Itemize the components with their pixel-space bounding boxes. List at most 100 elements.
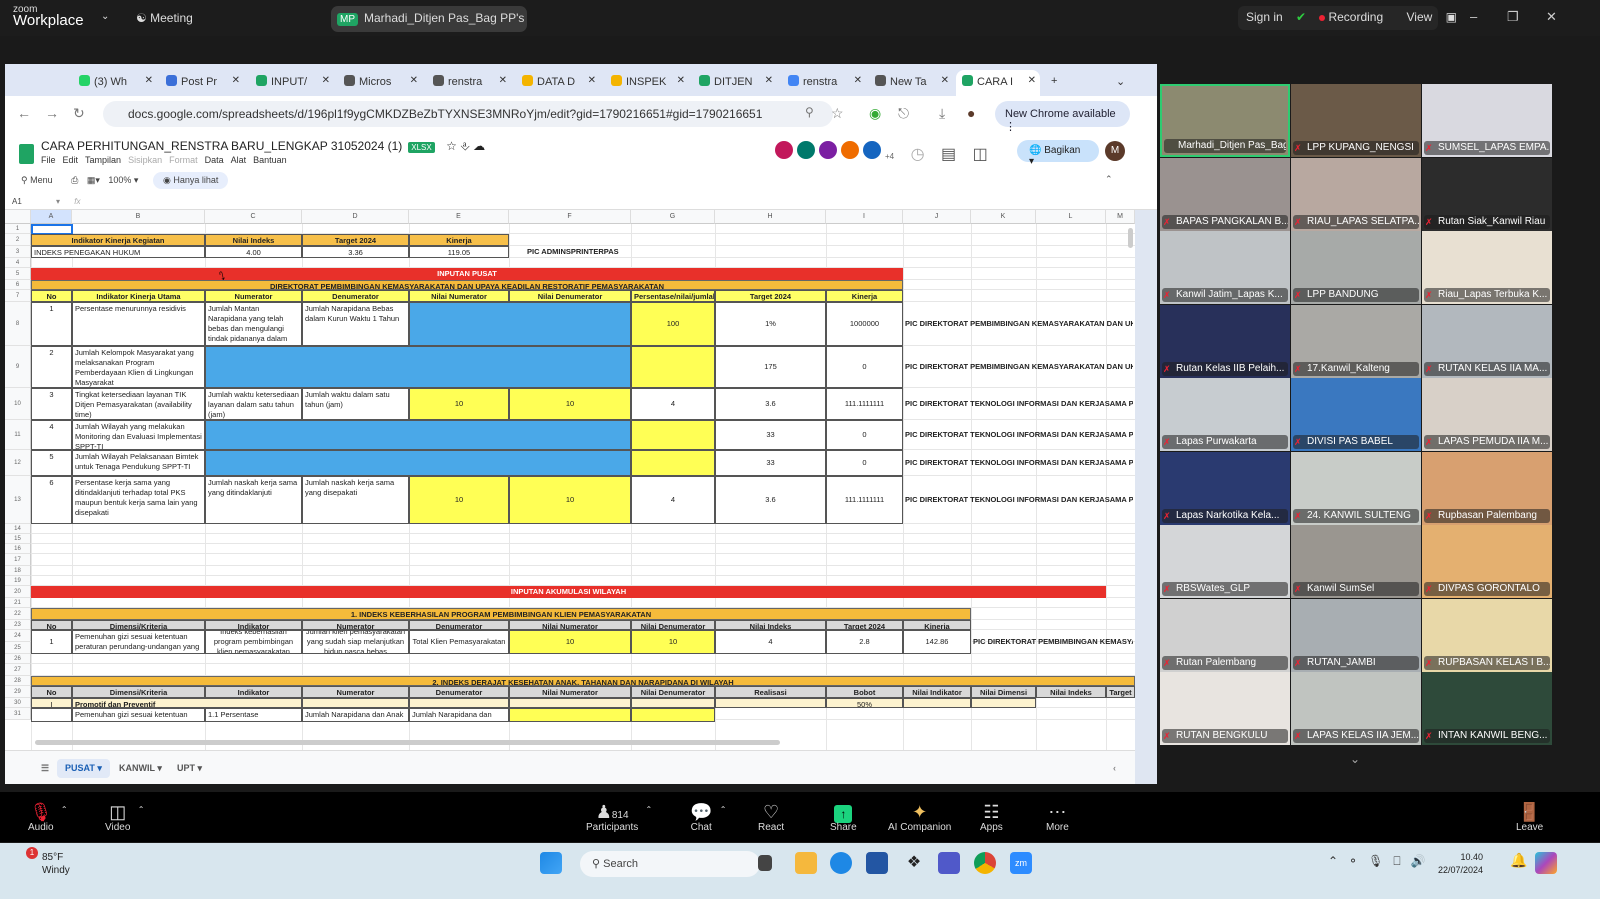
- row-header[interactable]: 7: [5, 290, 31, 302]
- row-header[interactable]: 16: [5, 544, 31, 554]
- url-input[interactable]: docs.google.com/spreadsheets/d/196pl1f9y…: [103, 101, 833, 127]
- inputan-akumulasi-banner[interactable]: INPUTAN AKUMULASI WILAYAH: [31, 586, 1106, 598]
- participant-video-tile[interactable]: ✗ Riau_Lapas Terbuka K...: [1422, 231, 1552, 304]
- column-header[interactable]: A: [31, 210, 72, 224]
- close-icon[interactable]: ✕: [1546, 9, 1557, 25]
- tab-close-icon[interactable]: ✕: [1028, 75, 1036, 86]
- row-header[interactable]: 10: [5, 388, 31, 420]
- section1-header[interactable]: Kinerja: [903, 620, 971, 630]
- teams-icon[interactable]: [938, 852, 960, 874]
- blank-input-area[interactable]: [205, 346, 631, 388]
- numerator[interactable]: Jumlah waktu ketersediaan layanan dalam …: [205, 388, 302, 420]
- section1-title[interactable]: 1. INDEKS KEBERHASILAN PROGRAM PEMBIMBIN…: [31, 608, 971, 620]
- task-view-icon[interactable]: [758, 855, 772, 871]
- column-header[interactable]: J: [903, 210, 971, 224]
- section1-header[interactable]: Dimensi/Kriteria: [72, 620, 205, 630]
- user-avatar[interactable]: M: [1105, 141, 1125, 161]
- column-header[interactable]: F: [509, 210, 631, 224]
- section1-header[interactable]: Nilai Denumerator: [631, 620, 715, 630]
- browser-tab[interactable]: renstra ✕: [427, 70, 511, 96]
- section1-cell[interactable]: 1: [31, 630, 72, 654]
- row-header[interactable]: 1: [5, 224, 31, 234]
- tab-close-icon[interactable]: ✕: [322, 75, 330, 86]
- profile-avatar-icon[interactable]: ●: [967, 105, 975, 121]
- target-2024[interactable]: 33: [715, 420, 826, 450]
- nilai-numerator[interactable]: 10: [409, 476, 509, 524]
- menu-search-button[interactable]: ⚲ Menu: [21, 175, 53, 185]
- section2-header[interactable]: Numerator: [302, 686, 409, 698]
- sheet-tab-kanwil[interactable]: KANWIL ▾: [111, 759, 170, 778]
- copilot-icon[interactable]: [1535, 852, 1557, 874]
- indikator-kinerja-utama[interactable]: Tingkat ketersediaan layanan TIK Ditjen …: [72, 388, 205, 420]
- sheet-tab-upt[interactable]: UPT ▾: [169, 759, 210, 778]
- section1-header[interactable]: Denumerator: [409, 620, 509, 630]
- restore-icon[interactable]: ❐: [1507, 9, 1519, 25]
- tab-close-icon[interactable]: ✕: [410, 75, 418, 86]
- section2-cell[interactable]: [509, 698, 631, 708]
- zoom-lens-icon[interactable]: ⚲: [805, 105, 814, 119]
- browser-tab[interactable]: Micros ✕: [338, 70, 422, 96]
- meeting-button[interactable]: ☯ Meeting: [136, 11, 193, 25]
- section2-cell[interactable]: [409, 698, 509, 708]
- participant-video-tile[interactable]: ✗ Lapas Narkotika Kela...: [1160, 451, 1290, 525]
- main-table-header[interactable]: Target 2024: [715, 290, 826, 302]
- row-header[interactable]: 15: [5, 534, 31, 544]
- main-table-header[interactable]: Nilai Denumerator: [509, 290, 631, 302]
- kinerja[interactable]: 0: [826, 420, 903, 450]
- section1-header[interactable]: Target 2024: [826, 620, 903, 630]
- participant-video-tile[interactable]: ✗ Rupbasan Palembang: [1422, 451, 1552, 525]
- participant-video-tile[interactable]: ✗ DIVISI PAS BABEL: [1291, 378, 1421, 451]
- row-header[interactable]: 26: [5, 654, 31, 664]
- nilai-denumerator[interactable]: 10: [509, 388, 631, 420]
- row-number[interactable]: 2: [31, 346, 72, 388]
- row-number[interactable]: 5: [31, 450, 72, 476]
- participant-video-tile[interactable]: ✗ INTAN KANWIL BENG...: [1422, 672, 1552, 745]
- section2-header[interactable]: Denumerator: [409, 686, 509, 698]
- audio-options-caret[interactable]: ⌃: [61, 805, 68, 814]
- audio-button[interactable]: 🎙 Audio ⌃: [28, 802, 68, 833]
- share-screen-button[interactable]: ↑ Share: [830, 802, 857, 833]
- video-button[interactable]: ◫ Video ⌃: [105, 802, 144, 833]
- comments-icon[interactable]: ▤: [941, 146, 956, 163]
- screen-share-indicator[interactable]: MPMarhadi_Ditjen Pas_Bag PP's scre ⋯: [331, 6, 527, 32]
- tab-close-icon[interactable]: ✕: [588, 75, 596, 86]
- collaborator-avatar[interactable]: [841, 141, 859, 159]
- reload-icon[interactable]: ↻: [73, 105, 85, 122]
- blank-input-area[interactable]: [205, 420, 631, 450]
- participant-video-tile[interactable]: ✗ LPP BANDUNG: [1291, 231, 1421, 304]
- extension-eye-icon[interactable]: ◉: [869, 105, 881, 122]
- summary-header[interactable]: Indikator Kinerja Kegiatan: [31, 234, 205, 246]
- denumerator[interactable]: Jumlah waktu dalam satu tahun (jam): [302, 388, 409, 420]
- section2-cell[interactable]: Pemenuhan gizi sesuai ketentuan: [72, 708, 205, 722]
- tab-close-icon[interactable]: ✕: [941, 75, 949, 86]
- system-tray[interactable]: ⌃⚬🎙⎕🔊: [1328, 854, 1436, 869]
- tab-close-icon[interactable]: ✕: [499, 75, 507, 86]
- denumerator[interactable]: Jumlah Narapidana Bebas dalam Kurun Wakt…: [302, 302, 409, 346]
- row-header[interactable]: 12: [5, 450, 31, 476]
- menu-tampilan[interactable]: Tampilan: [85, 155, 121, 165]
- main-table-header[interactable]: Kinerja: [826, 290, 903, 302]
- row-header[interactable]: 2: [5, 234, 31, 246]
- blank-input-area[interactable]: [205, 450, 631, 476]
- row-number[interactable]: 1: [31, 302, 72, 346]
- collapse-toolbar-icon[interactable]: ⌃: [1105, 174, 1113, 185]
- horizontal-scrollbar[interactable]: [35, 740, 780, 745]
- main-table-header[interactable]: Nilai Numerator: [409, 290, 509, 302]
- paint-format-icon[interactable]: ▦▾: [87, 175, 100, 185]
- kinerja[interactable]: 0: [826, 450, 903, 476]
- target-2024[interactable]: 33: [715, 450, 826, 476]
- view-only-button[interactable]: ◉ Hanya lihat: [152, 172, 229, 189]
- tab-close-icon[interactable]: ✕: [677, 75, 685, 86]
- row-header[interactable]: 23: [5, 620, 31, 630]
- column-header[interactable]: I: [826, 210, 903, 224]
- section1-cell[interactable]: 142.86: [903, 630, 971, 654]
- summary-header[interactable]: Target 2024: [302, 234, 409, 246]
- main-table-header[interactable]: Indikator Kinerja Utama: [72, 290, 205, 302]
- section1-header[interactable]: Nilai Numerator: [509, 620, 631, 630]
- section2-header[interactable]: Indikator: [205, 686, 302, 698]
- print-icon[interactable]: ⎙: [71, 175, 78, 185]
- persentase-cell[interactable]: [631, 450, 715, 476]
- leave-button[interactable]: 🚪 Leave: [1516, 802, 1543, 833]
- section2-cell[interactable]: [302, 698, 409, 708]
- section1-cell[interactable]: Jumlah klien pemasyarakatan yang sudah s…: [302, 630, 409, 654]
